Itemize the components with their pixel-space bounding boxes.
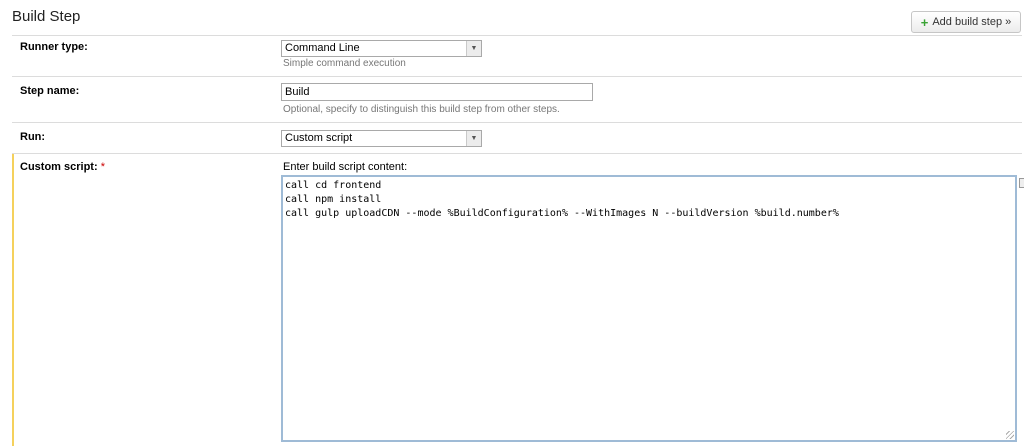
runner-type-hint: Simple command execution — [283, 58, 406, 69]
divider — [12, 35, 1022, 36]
chevron-down-icon: ▼ — [466, 131, 481, 146]
script-line: call gulp uploadCDN --mode %BuildConfigu… — [285, 208, 839, 219]
run-value: Custom script — [285, 132, 353, 144]
divider — [12, 122, 1022, 123]
scroll-marker-icon — [1019, 178, 1024, 188]
page-title: Build Step — [12, 8, 81, 25]
step-name-hint: Optional, specify to distinguish this bu… — [283, 104, 560, 115]
script-line: call cd frontend — [285, 180, 382, 191]
script-line: call npm install — [285, 194, 382, 205]
required-section-marker — [12, 154, 14, 446]
step-name-label: Step name: — [20, 85, 80, 97]
add-build-step-label: Add build step » — [932, 16, 1012, 28]
divider — [12, 153, 1022, 154]
resize-grip-icon[interactable] — [1006, 431, 1014, 439]
runner-type-label: Runner type: — [20, 41, 88, 53]
runner-type-select[interactable]: Command Line ▼ — [281, 40, 482, 57]
custom-script-editor[interactable]: call cd frontend call npm install call gul… — [281, 175, 1017, 442]
runner-type-value: Command Line — [285, 42, 360, 54]
divider — [12, 76, 1022, 77]
chevron-down-icon: ▼ — [466, 41, 481, 56]
run-select[interactable]: Custom script ▼ — [281, 130, 482, 147]
required-mark: * — [100, 161, 105, 173]
custom-script-label: Custom script: * — [20, 161, 105, 173]
run-label: Run: — [20, 131, 46, 143]
step-name-input[interactable]: Build — [281, 83, 593, 101]
editor-label: Enter build script content: — [283, 161, 408, 173]
script-content: call cd frontend call npm install call gul… — [283, 177, 1015, 223]
plus-icon: + — [920, 14, 929, 30]
add-build-step-button[interactable]: + Add build step » — [911, 11, 1021, 33]
